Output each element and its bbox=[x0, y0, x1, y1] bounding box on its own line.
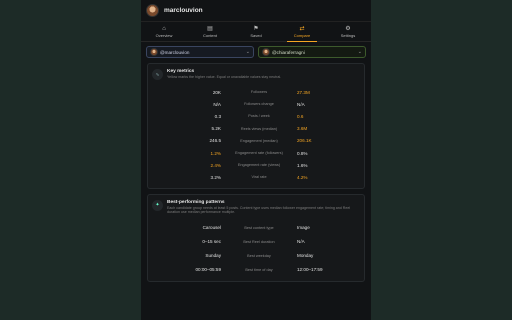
avatar[interactable] bbox=[146, 4, 159, 17]
tab-label: Saved bbox=[250, 32, 262, 38]
compare-icon: ⇄ bbox=[299, 25, 305, 32]
background-right bbox=[371, 0, 512, 320]
background-left bbox=[0, 0, 141, 320]
left-value: 00:00–05:59 bbox=[195, 267, 221, 272]
left-value: 3.2% bbox=[210, 174, 221, 180]
pattern-label: Best weekday bbox=[247, 253, 271, 258]
avatar bbox=[262, 48, 270, 56]
account-selectors: @marclouvion ⌄ @chiaraferragni ⌄ bbox=[141, 42, 371, 60]
table-row: N/A Followers change N/A bbox=[152, 98, 360, 110]
table-row: 00:00–05:59 Best time of day 12:00–17:59 bbox=[152, 263, 360, 277]
tab-content[interactable]: ▤ Content bbox=[187, 22, 233, 41]
pattern-label: Best content type bbox=[244, 225, 274, 230]
left-value: 2.4% bbox=[210, 162, 221, 168]
right-value: Image bbox=[297, 225, 310, 230]
table-row: 2.4% Engagement rate (views) 1.6% bbox=[152, 159, 360, 171]
patterns-card: ✦ Best-performing patterns Each candidat… bbox=[147, 193, 365, 282]
avatar bbox=[150, 48, 158, 56]
metrics-table: 20K Followers 27.3M N/A Followers change N/A 0… bbox=[152, 86, 360, 184]
sparkle-icon: ✦ bbox=[152, 199, 163, 211]
tab-bar: ⌂ Overview ▤ Content ⚑ Saved ⇄ Compare ⚙… bbox=[141, 21, 371, 42]
tab-label: Overview bbox=[155, 32, 173, 38]
tab-label: Settings bbox=[340, 32, 356, 38]
table-row: Carousel Best content type Image bbox=[152, 221, 360, 235]
content-icon: ▤ bbox=[207, 25, 213, 32]
metric-label: Followers bbox=[250, 90, 268, 95]
trend-icon: ∿ bbox=[152, 69, 163, 80]
tab-label: Compare bbox=[293, 32, 311, 38]
card-title: Best-performing patterns bbox=[167, 199, 225, 205]
left-value: 20K bbox=[212, 89, 221, 95]
left-value: 0–15 sec bbox=[202, 239, 221, 244]
table-row: 5.2K Reels views (median) 3.6M bbox=[152, 123, 360, 135]
username: marclouvion bbox=[164, 7, 203, 14]
left-value: Carousel bbox=[202, 225, 221, 230]
table-row: 246.5 Engagement (median) 206.1K bbox=[152, 135, 360, 147]
pattern-label: Best Reel duration bbox=[243, 239, 275, 244]
tab-settings[interactable]: ⚙ Settings bbox=[325, 22, 371, 41]
card-title: Key metrics bbox=[167, 69, 195, 74]
table-row: Sunday Best weekday Monday bbox=[152, 249, 360, 263]
card-description: Each candidate group needs at least 5 po… bbox=[167, 205, 351, 215]
left-account-select[interactable]: @marclouvion ⌄ bbox=[146, 46, 254, 58]
table-row: 0.3 Posts / week 0.6 bbox=[152, 110, 360, 122]
right-value: 1.6% bbox=[297, 162, 308, 168]
right-account-label: @chiaraferragni bbox=[272, 49, 305, 55]
left-value: 0.3 bbox=[214, 113, 221, 119]
table-row: 3.2% Viral rate 4.2% bbox=[152, 171, 360, 183]
right-value: 4.2% bbox=[297, 174, 308, 180]
card-description: Yellow marks the higher value. Equal or … bbox=[167, 75, 282, 79]
right-value: 206.1K bbox=[297, 138, 312, 144]
metric-label: Engagement rate (views) bbox=[237, 163, 281, 168]
tab-overview[interactable]: ⌂ Overview bbox=[141, 22, 187, 41]
metric-label: Engagement (median) bbox=[240, 138, 278, 143]
left-value: Sunday bbox=[205, 253, 221, 258]
table-row: 20K Followers 27.3M bbox=[152, 86, 360, 98]
right-value: N/A bbox=[297, 239, 305, 244]
chevron-down-icon: ⌄ bbox=[357, 49, 362, 55]
table-row: 0–15 sec Best Reel duration N/A bbox=[152, 235, 360, 249]
pattern-label: Best time of day bbox=[245, 267, 273, 272]
left-value: 246.5 bbox=[209, 138, 222, 144]
app-panel: marclouvion ⌂ Overview ▤ Content ⚑ Saved… bbox=[141, 0, 371, 320]
header: marclouvion bbox=[141, 0, 371, 21]
right-account-select[interactable]: @chiaraferragni ⌄ bbox=[258, 46, 366, 58]
table-row: 1.2% Engagement rate (followers) 0.8% bbox=[152, 147, 360, 159]
tab-saved[interactable]: ⚑ Saved bbox=[233, 22, 279, 41]
metric-label: Posts / week bbox=[248, 114, 270, 119]
right-value: 0.8% bbox=[297, 150, 308, 156]
right-value: 0.6 bbox=[297, 113, 304, 119]
patterns-table: Carousel Best content type Image 0–15 sec Be… bbox=[152, 221, 360, 277]
metric-label: Viral rate bbox=[251, 175, 267, 180]
left-value: 1.2% bbox=[210, 150, 221, 156]
metric-label: Engagement rate (followers) bbox=[235, 151, 283, 156]
left-value: 5.2K bbox=[211, 126, 221, 132]
right-value: 3.6M bbox=[297, 126, 308, 132]
right-value: 27.3M bbox=[297, 89, 310, 95]
left-value: N/A bbox=[213, 101, 221, 107]
overview-icon: ⌂ bbox=[162, 25, 166, 32]
gear-icon: ⚙ bbox=[345, 25, 351, 32]
tab-compare[interactable]: ⇄ Compare bbox=[279, 22, 325, 42]
metric-label: Reels views (median) bbox=[240, 126, 278, 131]
right-value: N/A bbox=[297, 101, 305, 107]
left-account-label: @marclouvion bbox=[160, 49, 190, 55]
right-value: 12:00–17:59 bbox=[297, 267, 323, 272]
right-value: Monday bbox=[297, 253, 314, 258]
tab-label: Content bbox=[202, 32, 217, 38]
bookmark-icon: ⚑ bbox=[253, 25, 259, 32]
metric-label: Followers change bbox=[244, 102, 274, 107]
key-metrics-card: ∿ Key metrics Yellow marks the higher va… bbox=[147, 63, 365, 189]
chevron-down-icon: ⌄ bbox=[245, 49, 250, 55]
